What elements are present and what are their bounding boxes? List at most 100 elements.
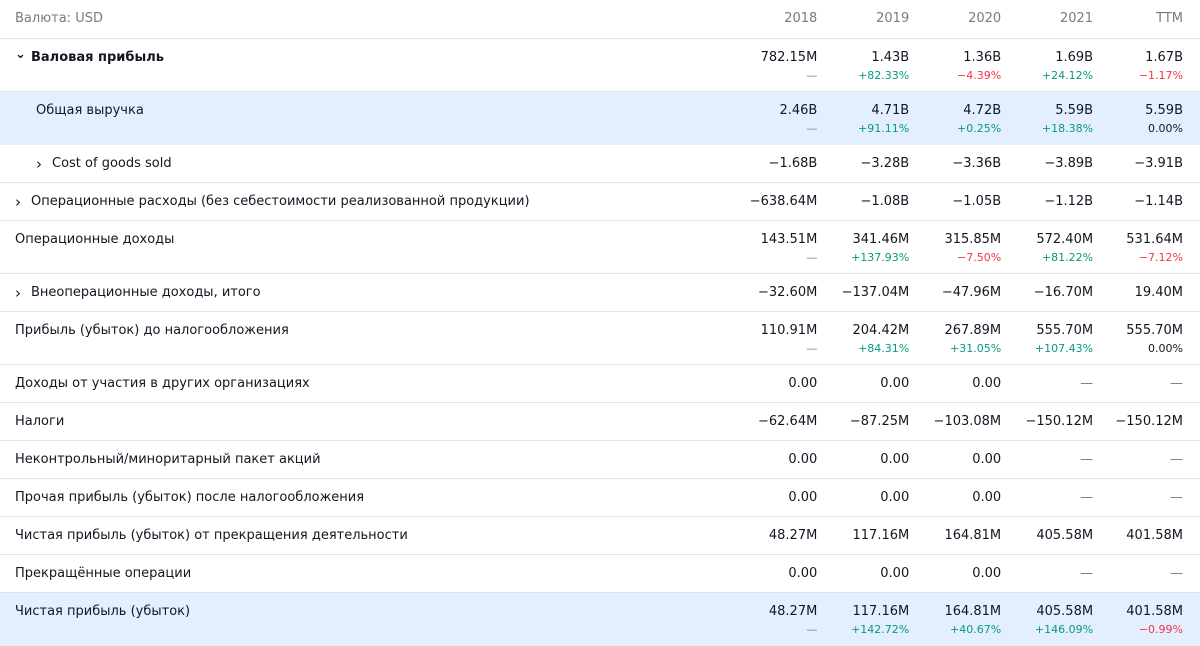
value-cell: 5.59B +18.38%	[1001, 92, 1093, 137]
value-cell: 110.91M —	[729, 312, 818, 357]
value-cell: 401.58M −0.99%	[1093, 593, 1200, 638]
value-text: 0.00	[972, 490, 1002, 505]
row-label-text: Прибыль (убыток) до налогообложения	[15, 323, 289, 338]
value-text: —	[1170, 376, 1183, 391]
chevron-right-icon[interactable]: ›	[36, 156, 52, 172]
value-cell: 0.00	[729, 365, 817, 392]
value-text: −103.08M	[933, 414, 1002, 429]
table-row[interactable]: › Внеоперационные доходы, итого −32.60M −13…	[0, 274, 1200, 312]
row-label-text: Операционные расходы (без себестоимости …	[31, 194, 530, 209]
row-label: › Внеоперационные доходы, итого	[0, 274, 729, 301]
change-text: 0.00%	[1148, 122, 1183, 135]
value-text: 117.16M	[852, 604, 910, 619]
value-text: 401.58M	[1126, 528, 1183, 543]
row-label: › Cost of goods sold	[0, 145, 729, 172]
value-cell: 0.00	[729, 479, 817, 506]
value-text: −3.91B	[1134, 156, 1183, 171]
value-text: 4.72B	[963, 103, 1002, 118]
value-cell: 19.40M	[1093, 274, 1200, 301]
value-cell: −87.25M	[817, 403, 909, 430]
row-label-text: Прекращённые операции	[15, 566, 192, 581]
value-cell: 0.00	[909, 479, 1001, 506]
value-text: 1.43B	[871, 50, 910, 65]
value-cell: 117.16M	[817, 517, 910, 544]
change-text: +146.09%	[1034, 623, 1094, 636]
row-label: Неконтрольный/миноритарный пакет акций	[0, 441, 729, 468]
change-text: +137.93%	[851, 251, 910, 264]
row-label-text: Операционные доходы	[15, 232, 175, 247]
change-text: —	[806, 69, 818, 82]
value-cell: 405.58M	[1001, 517, 1093, 544]
row-label-text: Cost of goods sold	[52, 156, 172, 171]
value-cell: −103.08M	[909, 403, 1002, 430]
row-label: Операционные доходы	[0, 221, 729, 248]
chevron-down-icon[interactable]: ⌄	[15, 47, 31, 63]
value-cell: 572.40M +81.22%	[1001, 221, 1093, 266]
value-cell: 341.46M +137.93%	[817, 221, 909, 266]
table-row: Общая выручка 2.46B — 4.71B +91.11% 4.72B +0.2…	[0, 92, 1200, 145]
value-text: −87.25M	[849, 414, 910, 429]
value-text: −1.68B	[768, 156, 818, 171]
value-text: 5.59B	[1055, 103, 1094, 118]
year-header: 2018	[784, 11, 818, 26]
value-text: 401.58M	[1126, 604, 1183, 619]
change-text: +82.33%	[858, 69, 910, 82]
value-cell: 0.00	[909, 441, 1001, 468]
change-text: +84.31%	[858, 342, 910, 355]
value-text: —	[1080, 566, 1094, 581]
value-text: 555.70M	[1036, 323, 1094, 338]
value-cell: 164.81M	[909, 517, 1001, 544]
change-text: +18.38%	[1041, 122, 1094, 135]
value-cell: 1.67B −1.17%	[1093, 39, 1200, 84]
row-label: Прочая прибыль (убыток) после налогообло…	[0, 479, 729, 506]
value-text: 0.00	[788, 490, 818, 505]
value-cell: −1.08B	[817, 183, 909, 210]
row-label: Общая выручка	[0, 92, 729, 119]
chevron-right-icon[interactable]: ›	[15, 194, 31, 210]
table-row[interactable]: ⌄ Валовая прибыль 782.15M —1.43B +82.33% 1.36…	[0, 39, 1200, 92]
value-cell: 782.15M —	[729, 39, 818, 84]
row-label: Чистая прибыль (убыток) от прекращения д…	[0, 517, 729, 544]
value-cell: 555.70M 0.00%	[1093, 312, 1200, 357]
value-cell: 48.27M —	[729, 593, 817, 638]
value-text: 341.46M	[852, 232, 910, 247]
change-text: +0.25%	[956, 122, 1002, 135]
value-text: 110.91M	[760, 323, 818, 338]
value-text: 0.00	[880, 566, 910, 581]
change-text: —	[806, 122, 818, 135]
value-text: 0.00	[788, 452, 818, 467]
table-body: ⌄ Валовая прибыль 782.15M —1.43B +82.33% 1.36…	[0, 39, 1200, 646]
row-label-text: Налоги	[15, 414, 65, 429]
value-cell: 0.00	[817, 441, 909, 468]
value-text: 572.40M	[1036, 232, 1094, 247]
value-text: 48.27M	[768, 528, 818, 543]
value-text: −1.08B	[860, 194, 910, 209]
value-text: 315.85M	[944, 232, 1002, 247]
table-row: Налоги −62.64M −87.25M −103.08M −150.12M −150…	[0, 403, 1200, 441]
value-cell: —	[1001, 441, 1093, 468]
row-label: ⌄ Валовая прибыль	[0, 39, 729, 66]
value-text: 782.15M	[760, 50, 818, 65]
chevron-right-icon[interactable]: ›	[15, 285, 31, 301]
change-text: −1.17%	[1138, 69, 1183, 82]
change-text: +81.22%	[1041, 251, 1094, 264]
change-text: +91.11%	[858, 122, 910, 135]
value-cell: 143.51M —	[729, 221, 818, 266]
year-header: 2020	[968, 11, 1002, 26]
value-cell: —	[1093, 441, 1200, 468]
row-label-text: Внеоперационные доходы, итого	[31, 285, 261, 300]
change-text: +31.05%	[949, 342, 1002, 355]
value-cell: −3.28B	[817, 145, 909, 172]
value-cell: 4.71B +91.11%	[817, 92, 909, 137]
table-row[interactable]: › Операционные расходы (без себестоимости…	[0, 183, 1200, 221]
table-row[interactable]: › Cost of goods sold −1.68B −3.28B −3.36B −3.…	[0, 145, 1200, 183]
value-cell: —	[1093, 365, 1200, 392]
value-text: −16.70M	[1033, 285, 1094, 300]
value-cell: −16.70M	[1001, 274, 1093, 301]
value-cell: —	[1093, 555, 1200, 582]
value-cell: 531.64M −7.12%	[1093, 221, 1200, 266]
row-label: › Операционные расходы (без себестоимости…	[0, 183, 729, 210]
value-text: 0.00	[972, 376, 1002, 391]
row-label-text: Чистая прибыль (убыток) от прекращения д…	[15, 528, 408, 543]
value-cell: 0.00	[817, 555, 909, 582]
